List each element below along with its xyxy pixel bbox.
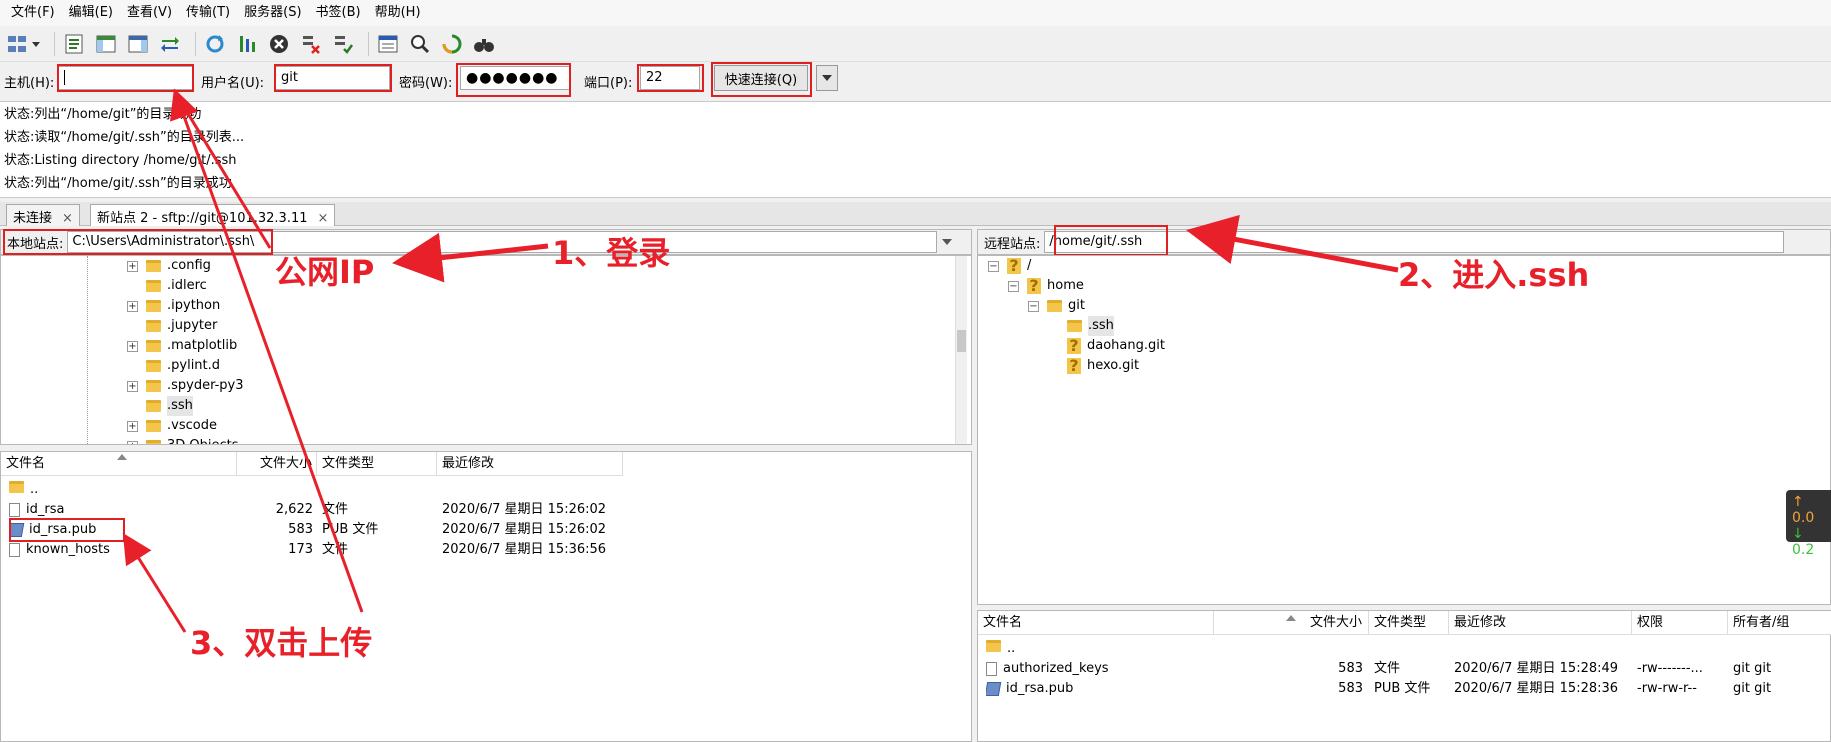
- annotation-enter-ssh: 2、进入.ssh: [1398, 256, 1590, 294]
- arrow-upload: [169, 88, 364, 613]
- annotation-login: 1、登录: [552, 234, 671, 272]
- arrow-double-click: [122, 532, 187, 633]
- arrow-login: [392, 232, 549, 283]
- annotation-double-click: 3、双击上传: [190, 624, 373, 662]
- annotation-public-ip: 公网IP: [275, 253, 375, 291]
- arrow-enter-ssh: [1186, 214, 1399, 273]
